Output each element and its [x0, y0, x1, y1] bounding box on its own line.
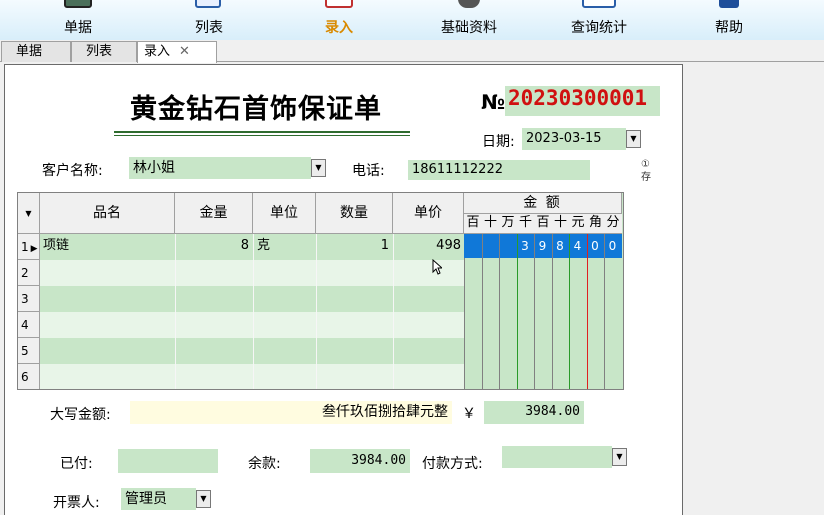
toolbar-label: 单据: [64, 20, 92, 36]
chevron-down-icon[interactable]: ▼: [626, 130, 641, 148]
amount-digit-header: 十: [483, 215, 497, 230]
balance-field: 3984.00: [310, 449, 410, 473]
customer-field[interactable]: 林小姐: [129, 157, 311, 179]
book-icon: [719, 0, 739, 8]
toolbar-label: 列表: [195, 20, 223, 36]
amount-digit: 8: [556, 239, 564, 253]
toolbar-label: 帮助: [715, 20, 743, 36]
database-icon: [458, 0, 480, 8]
chevron-down-icon[interactable]: ▼: [196, 490, 211, 508]
amount-digit-header: 角: [588, 215, 602, 230]
issuer-field[interactable]: 管理员: [121, 488, 196, 510]
tab-label: 录入: [144, 44, 171, 59]
title-underline: [114, 135, 410, 136]
current-row-icon: ▶: [30, 244, 38, 254]
number-sign: №: [481, 90, 506, 114]
amount-digit-header: 千: [518, 215, 532, 230]
main-toolbar: 单据 列表 录入 基础资料 查询统计 帮助: [0, 0, 824, 40]
payment-method-label: 付款方式:: [422, 456, 483, 472]
grid-corner[interactable]: ▼: [18, 193, 40, 234]
row-header[interactable]: 3: [18, 286, 40, 312]
toolbar-basic-data-button[interactable]: 基础资料: [429, 0, 509, 40]
document-icon: [64, 0, 92, 8]
cell-weight[interactable]: 8: [175, 234, 249, 258]
amount-digit-header: 十: [553, 215, 567, 230]
amount-digit: 9: [538, 239, 547, 253]
chart-icon: [582, 0, 616, 8]
toolbar-help-button[interactable]: 帮助: [689, 0, 769, 40]
chevron-down-icon[interactable]: ▼: [311, 159, 326, 177]
item-grid[interactable]: ▼ 品名 金量 单位 数量 单价 金 额 百十万千百十元角分 1 ▶ 2 3 4 …: [17, 192, 624, 390]
amount-digit: 3: [521, 239, 529, 253]
amount-digit: 0: [591, 239, 599, 253]
header-amount: 金 额: [464, 193, 622, 214]
table-row[interactable]: [40, 260, 464, 286]
title-underline: [114, 131, 410, 133]
cell-price[interactable]: 498: [393, 234, 461, 258]
tab-label: 列表: [86, 44, 113, 59]
chevron-down-icon[interactable]: ▼: [612, 448, 627, 466]
row-header[interactable]: 5: [18, 338, 40, 364]
header-qty: 数量: [316, 193, 393, 234]
header-unit: 单位: [253, 193, 316, 234]
amount-digit-header: 万: [501, 215, 515, 230]
issuer-label: 开票人:: [53, 495, 100, 511]
row-header[interactable]: 4: [18, 312, 40, 338]
amount-digit: 4: [573, 239, 582, 253]
tab-list[interactable]: 列表: [71, 41, 137, 62]
close-icon[interactable]: ✕: [179, 44, 190, 59]
toolbar-label: 录入: [325, 20, 353, 36]
toolbar-query-stats-button[interactable]: 查询统计: [559, 0, 639, 40]
paid-label: 已付:: [60, 456, 93, 472]
row-header[interactable]: 1 ▶: [18, 234, 40, 260]
header-price: 单价: [393, 193, 464, 234]
side-note: ① 存: [641, 159, 651, 183]
toolbar-label: 基础资料: [441, 20, 497, 36]
amount-digit-header: 元: [571, 215, 585, 230]
table-row[interactable]: [40, 364, 464, 389]
cell-unit[interactable]: 克: [257, 234, 270, 258]
table-row[interactable]: [40, 312, 464, 338]
document-number: 20230300001: [508, 86, 648, 110]
phone-field[interactable]: 18611112222: [408, 160, 590, 180]
tab-entry[interactable]: 录入 ✕: [137, 41, 217, 63]
phone-label: 电话:: [352, 163, 385, 179]
grid-line: [253, 234, 254, 389]
tab-document[interactable]: 单据: [1, 41, 71, 62]
list-icon: [195, 0, 221, 8]
capital-amount-label: 大写金额:: [50, 407, 111, 423]
page-title: 黄金钻石首饰保证单: [130, 94, 382, 125]
amount-digit-separator: [481, 234, 483, 389]
toolbar-document-button[interactable]: 单据: [38, 0, 118, 40]
date-field[interactable]: 2023-03-15: [522, 128, 626, 150]
amount-digit-header: 百: [536, 215, 550, 230]
entry-icon: [325, 0, 353, 8]
amount-digit: 0: [608, 239, 617, 253]
toolbar-label: 查询统计: [571, 20, 627, 36]
amount-digit-header: 百: [466, 215, 480, 230]
paid-field[interactable]: [118, 449, 218, 473]
balance-label: 余款:: [248, 456, 281, 472]
tab-strip: 单据 列表 录入 ✕: [0, 40, 824, 63]
customer-label: 客户名称:: [42, 163, 103, 179]
cell-name[interactable]: 项链: [43, 234, 69, 258]
capital-amount-field: 叁仟玖佰捌拾肆元整: [130, 401, 452, 424]
tab-label: 单据: [16, 44, 43, 59]
date-label: 日期:: [482, 134, 515, 150]
payment-method-field[interactable]: [502, 446, 612, 468]
row-header[interactable]: 6: [18, 364, 40, 389]
amount-digit-header: 分: [606, 215, 620, 230]
cell-qty[interactable]: 1: [316, 234, 389, 258]
row-header[interactable]: 2: [18, 260, 40, 286]
header-name: 品名: [40, 193, 175, 234]
amount-digit-separator: [499, 234, 500, 389]
mouse-cursor-icon: [432, 259, 442, 275]
yen-sign: ￥: [462, 406, 476, 422]
toolbar-list-button[interactable]: 列表: [169, 0, 249, 40]
side-panel: [683, 64, 824, 515]
toolbar-entry-button[interactable]: 录入: [299, 0, 379, 40]
total-amount-field: 3984.00: [484, 401, 584, 424]
header-weight: 金量: [175, 193, 253, 234]
